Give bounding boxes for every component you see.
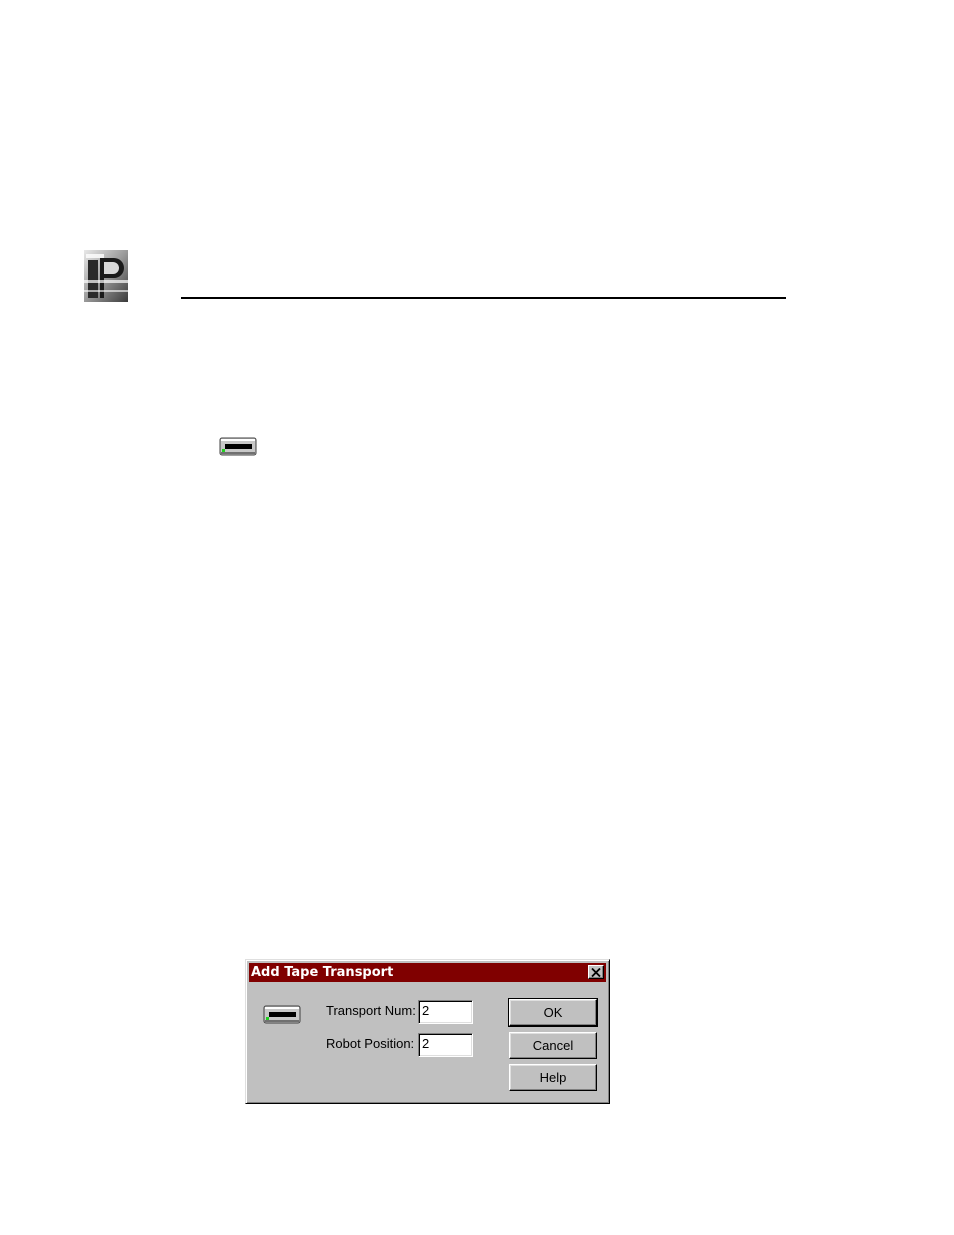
ok-button[interactable]: OK [508, 998, 598, 1027]
close-icon [591, 967, 601, 977]
transport-num-field[interactable]: 2 [418, 1000, 473, 1024]
profile-logo-icon [84, 250, 128, 302]
dialog-title: Add Tape Transport [251, 965, 394, 980]
tape-transport-icon [263, 1005, 301, 1024]
robot-position-label: Robot Position: [326, 1036, 415, 1051]
close-button[interactable] [588, 965, 604, 979]
robot-position-field[interactable]: 2 [418, 1033, 473, 1057]
transport-num-label: Transport Num: [326, 1003, 416, 1018]
cancel-button[interactable]: Cancel [509, 1032, 597, 1059]
dialog-titlebar[interactable]: Add Tape Transport [249, 963, 606, 982]
tape-transport-icon [219, 437, 257, 456]
header-rule [181, 297, 786, 299]
help-button[interactable]: Help [509, 1064, 597, 1091]
add-tape-transport-dialog: Add Tape Transport Transport Num: 2 Robo… [245, 959, 610, 1104]
